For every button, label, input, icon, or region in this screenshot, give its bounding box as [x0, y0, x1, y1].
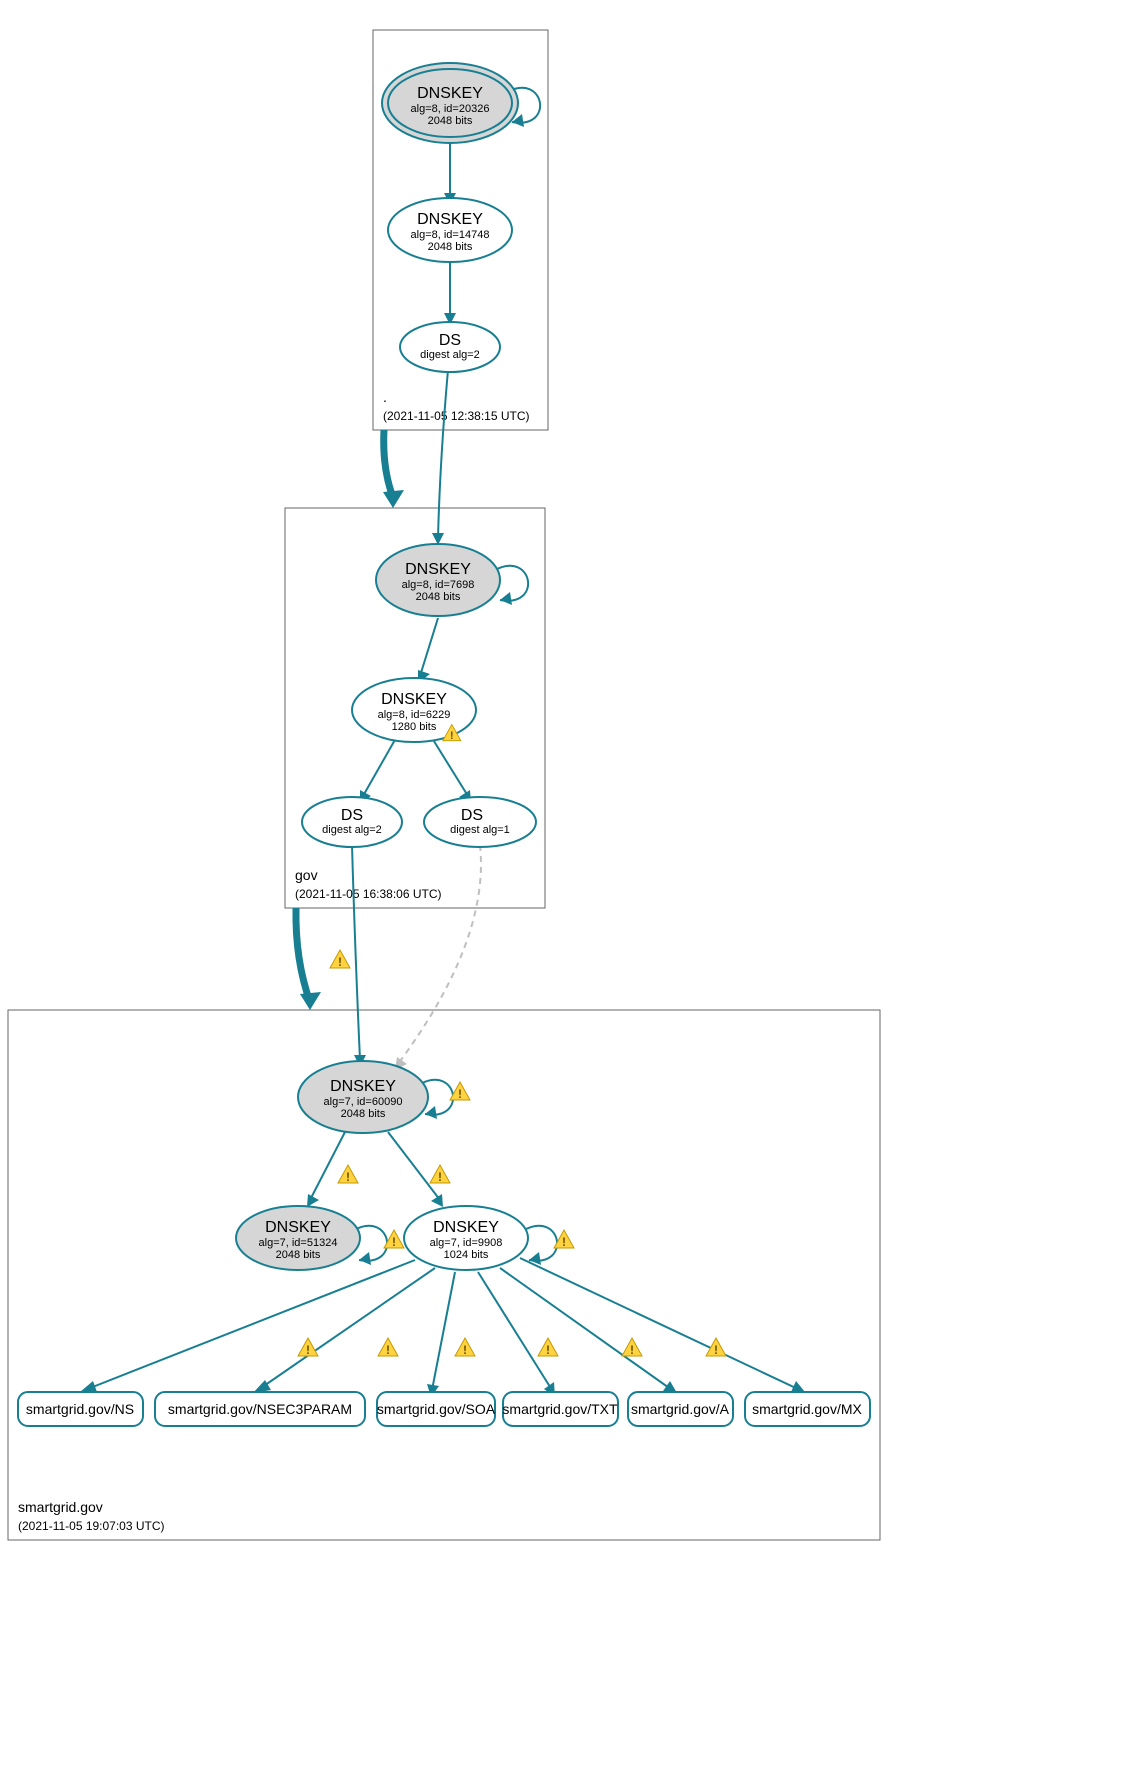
- node-sg-dnskey-ksk: DNSKEY alg=7, id=60090 2048 bits: [298, 1061, 428, 1133]
- svg-text:1280 bits: 1280 bits: [392, 721, 437, 733]
- dnssec-diagram: . (2021-11-05 12:38:15 UTC) gov (2021-11…: [0, 0, 1145, 1772]
- node-rr-soa: smartgrid.gov/SOA: [377, 1392, 496, 1426]
- svg-text:DNSKEY: DNSKEY: [433, 1219, 499, 1236]
- svg-text:DS: DS: [461, 807, 483, 824]
- svg-text:DNSKEY: DNSKEY: [417, 85, 483, 102]
- svg-text:2048 bits: 2048 bits: [428, 241, 473, 253]
- node-gov-dnskey-zsk: DNSKEY alg=8, id=6229 1280 bits: [352, 678, 476, 742]
- edge-gov-to-sg-delegation: [296, 908, 310, 1002]
- node-gov-ds-alg1: DS digest alg=1: [424, 725, 536, 848]
- edge-sg-key1-key2: [310, 1132, 345, 1200]
- warn-icon: [538, 1338, 558, 1357]
- edge-gov-ds1-sg-key1: [352, 845, 360, 1060]
- svg-text:alg=8, id=6229: alg=8, id=6229: [378, 709, 451, 721]
- node-rr-nsec3param: smartgrid.gov/NSEC3PARAM: [155, 1392, 365, 1426]
- svg-text:2048 bits: 2048 bits: [341, 1108, 386, 1120]
- node-root-dnskey-zsk: DNSKEY alg=8, id=14748 2048 bits: [388, 198, 512, 262]
- svg-text:DS: DS: [439, 332, 461, 349]
- svg-text:DNSKEY: DNSKEY: [330, 1078, 396, 1095]
- node-rr-txt: smartgrid.gov/TXT: [502, 1392, 618, 1426]
- node-rr-mx: smartgrid.gov/MX: [745, 1392, 870, 1426]
- edge-sg-key3-rr-soa: [432, 1272, 455, 1390]
- svg-text:smartgrid.gov/NS: smartgrid.gov/NS: [26, 1401, 134, 1417]
- edge-sg-key3-selfloop: [524, 1226, 557, 1261]
- zone-root-label: .: [383, 389, 387, 405]
- warn-icon: [622, 1338, 642, 1357]
- edge-sg-key3-rr-ns: [85, 1260, 415, 1390]
- svg-text:smartgrid.gov/SOA: smartgrid.gov/SOA: [377, 1401, 496, 1417]
- zone-root-time: (2021-11-05 12:38:15 UTC): [383, 409, 530, 423]
- svg-text:smartgrid.gov/A: smartgrid.gov/A: [631, 1401, 730, 1417]
- warn-icon: [298, 1338, 318, 1357]
- svg-text:alg=7, id=60090: alg=7, id=60090: [324, 1096, 403, 1108]
- svg-text:1024 bits: 1024 bits: [444, 1249, 489, 1261]
- node-gov-ds-alg2: DS digest alg=2: [302, 797, 402, 847]
- zone-gov-time: (2021-11-05 16:38:06 UTC): [295, 887, 442, 901]
- svg-text:alg=7, id=51324: alg=7, id=51324: [259, 1237, 338, 1249]
- node-root-dnskey-ksk: DNSKEY alg=8, id=20326 2048 bits: [382, 63, 518, 143]
- svg-text:alg=8, id=20326: alg=8, id=20326: [411, 103, 490, 115]
- edge-gov-key1-key2: [420, 618, 438, 676]
- edge-gov-ds2-sg-key1: [398, 845, 481, 1064]
- zone-sg-time: (2021-11-05 19:07:03 UTC): [18, 1519, 165, 1533]
- node-rr-ns: smartgrid.gov/NS: [18, 1392, 143, 1426]
- edge-gov-key2-ds2: [432, 738, 468, 796]
- svg-text:DNSKEY: DNSKEY: [417, 211, 483, 228]
- node-sg-dnskey-51324: DNSKEY alg=7, id=51324 2048 bits: [236, 1206, 360, 1270]
- node-rr-a: smartgrid.gov/A: [628, 1392, 733, 1426]
- edge-sg-key3-rr-txt: [478, 1272, 552, 1390]
- zone-sg-label: smartgrid.gov: [18, 1499, 103, 1515]
- svg-text:2048 bits: 2048 bits: [416, 591, 461, 603]
- warn-icon: [330, 950, 350, 969]
- edge-sg-key3-rr-mx: [520, 1258, 800, 1390]
- warn-icon: [338, 1165, 358, 1184]
- edge-sg-key1-key3: [388, 1132, 440, 1200]
- warn-icon: [378, 1338, 398, 1357]
- edge-root-to-gov-delegation: [384, 430, 394, 500]
- edge-sg-key3-rr-a: [500, 1268, 672, 1390]
- svg-text:smartgrid.gov/MX: smartgrid.gov/MX: [752, 1401, 862, 1417]
- svg-text:2048 bits: 2048 bits: [428, 115, 473, 127]
- svg-text:digest alg=2: digest alg=2: [322, 824, 382, 836]
- svg-text:DNSKEY: DNSKEY: [381, 691, 447, 708]
- svg-text:2048 bits: 2048 bits: [276, 1249, 321, 1261]
- warn-icon: [430, 1165, 450, 1184]
- svg-text:DS: DS: [341, 807, 363, 824]
- svg-text:alg=7, id=9908: alg=7, id=9908: [430, 1237, 503, 1249]
- svg-text:smartgrid.gov/TXT: smartgrid.gov/TXT: [502, 1401, 618, 1417]
- zone-sg-box: [8, 1010, 880, 1540]
- node-sg-dnskey-zsk: DNSKEY alg=7, id=9908 1024 bits: [404, 1206, 528, 1270]
- node-root-ds: DS digest alg=2: [400, 322, 500, 372]
- warn-icon: [455, 1338, 475, 1357]
- svg-text:alg=8, id=7698: alg=8, id=7698: [402, 579, 475, 591]
- svg-text:smartgrid.gov/NSEC3PARAM: smartgrid.gov/NSEC3PARAM: [168, 1401, 352, 1417]
- svg-text:DNSKEY: DNSKEY: [265, 1219, 331, 1236]
- svg-text:alg=8, id=14748: alg=8, id=14748: [411, 229, 490, 241]
- zone-gov-label: gov: [295, 867, 318, 883]
- svg-text:DNSKEY: DNSKEY: [405, 561, 471, 578]
- svg-text:digest alg=1: digest alg=1: [450, 824, 510, 836]
- edge-root-ds-gov-key1: [438, 370, 448, 538]
- edge-gov-key2-ds1: [363, 738, 396, 796]
- svg-text:digest alg=2: digest alg=2: [420, 349, 480, 361]
- node-gov-dnskey-ksk: DNSKEY alg=8, id=7698 2048 bits: [376, 544, 500, 616]
